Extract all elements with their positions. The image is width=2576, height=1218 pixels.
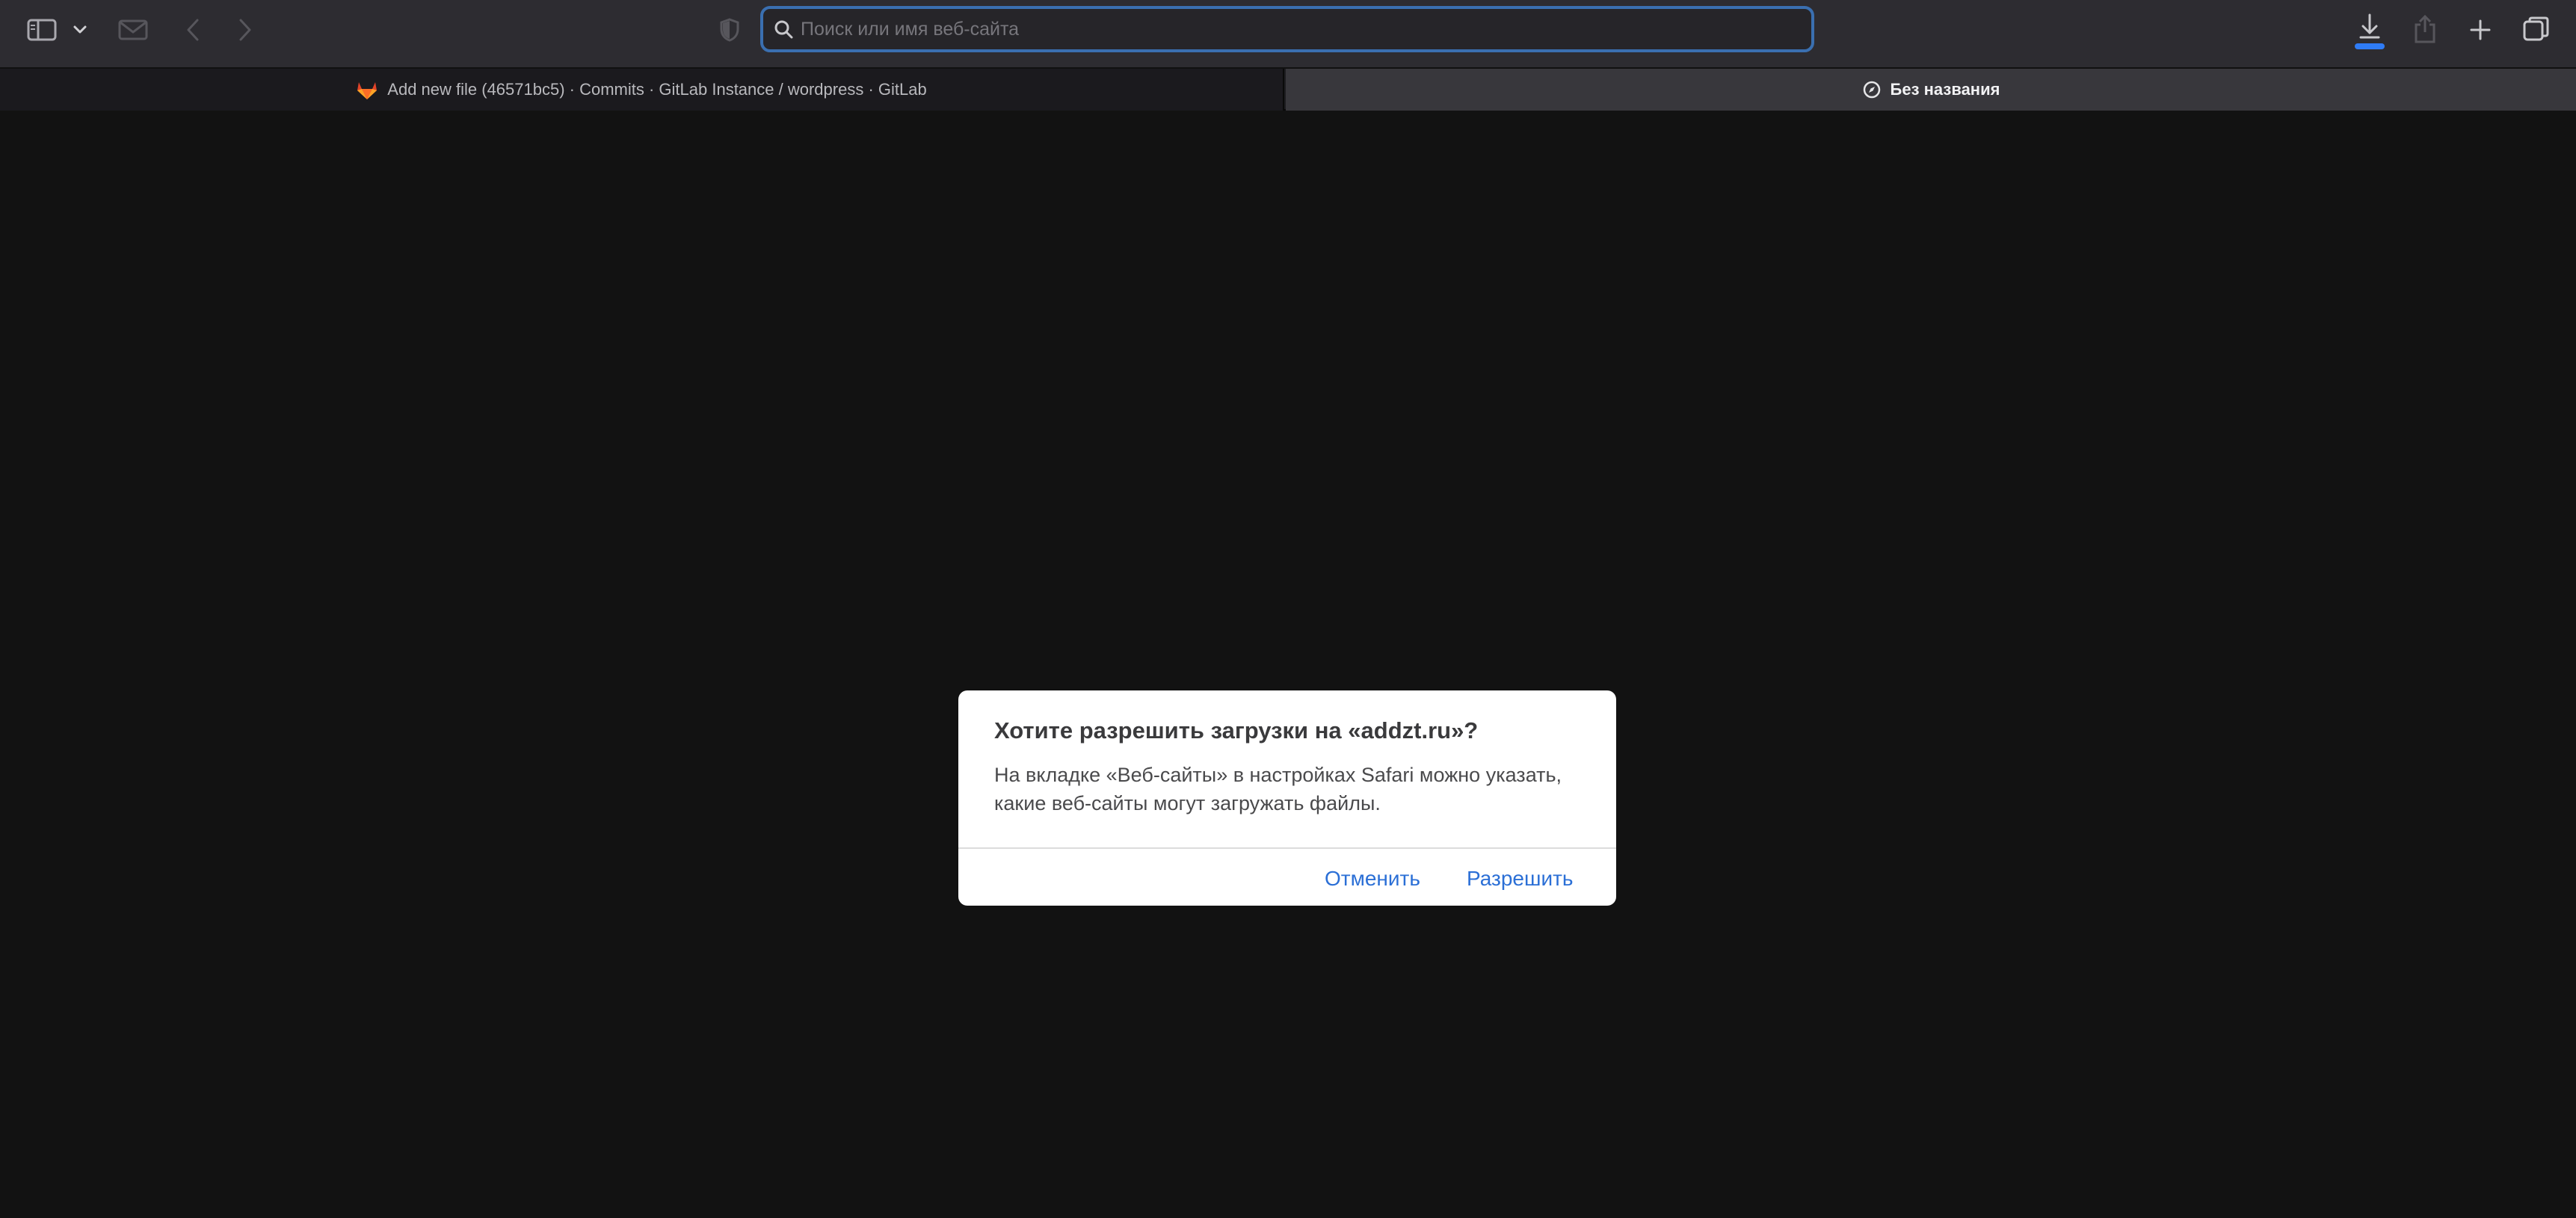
compass-icon xyxy=(1862,80,1882,99)
chevron-down-icon xyxy=(73,25,87,34)
download-progress-bar xyxy=(2355,43,2385,49)
dialog-message: На вкладке «Веб-сайты» в настройках Safa… xyxy=(994,764,1562,814)
download-permission-dialog: Хотите разрешить загрузки на «addzt.ru»?… xyxy=(958,690,1616,906)
search-icon xyxy=(774,20,793,39)
tab-untitled[interactable]: Без названия xyxy=(1286,69,2576,111)
mail-button[interactable] xyxy=(114,15,152,45)
back-arrow-icon xyxy=(187,19,199,41)
tab-title: Без названия xyxy=(1890,80,2000,99)
tab-title: Add new file (46571bc5) · Commits · GitL… xyxy=(387,80,927,99)
download-icon xyxy=(2355,13,2385,49)
tab-overview-icon xyxy=(2523,16,2549,41)
allow-button[interactable]: Разрешить xyxy=(1467,862,1574,895)
tab-overview-button[interactable] xyxy=(2521,13,2552,45)
address-bar[interactable] xyxy=(760,6,1814,52)
dialog-divider xyxy=(958,847,1616,849)
back-button[interactable] xyxy=(178,15,208,45)
gitlab-icon xyxy=(356,79,378,100)
dialog-title: Хотите разрешить загрузки на «addzt.ru»? xyxy=(994,717,1479,744)
forward-button[interactable] xyxy=(230,15,260,45)
cancel-button[interactable]: Отменить xyxy=(1325,862,1420,895)
share-icon xyxy=(2415,14,2435,43)
sidebar-menu-button[interactable] xyxy=(69,18,91,42)
browser-toolbar xyxy=(0,0,2576,67)
mail-icon xyxy=(118,19,148,40)
tab-gitlab[interactable]: Add new file (46571bc5) · Commits · GitL… xyxy=(0,69,1284,111)
plus-icon xyxy=(2470,19,2491,40)
forward-arrow-icon xyxy=(239,19,251,41)
privacy-report-button[interactable] xyxy=(715,15,745,45)
web-content xyxy=(0,112,2576,1218)
sidebar-icon xyxy=(27,19,57,41)
address-input[interactable] xyxy=(801,18,1811,40)
share-button[interactable] xyxy=(2410,12,2440,46)
new-tab-button[interactable] xyxy=(2465,15,2495,45)
sidebar-button[interactable] xyxy=(22,15,61,45)
shield-icon xyxy=(720,18,739,42)
tab-bar: Add new file (46571bc5) · Commits · GitL… xyxy=(0,67,2576,111)
downloads-button[interactable] xyxy=(2352,10,2388,51)
